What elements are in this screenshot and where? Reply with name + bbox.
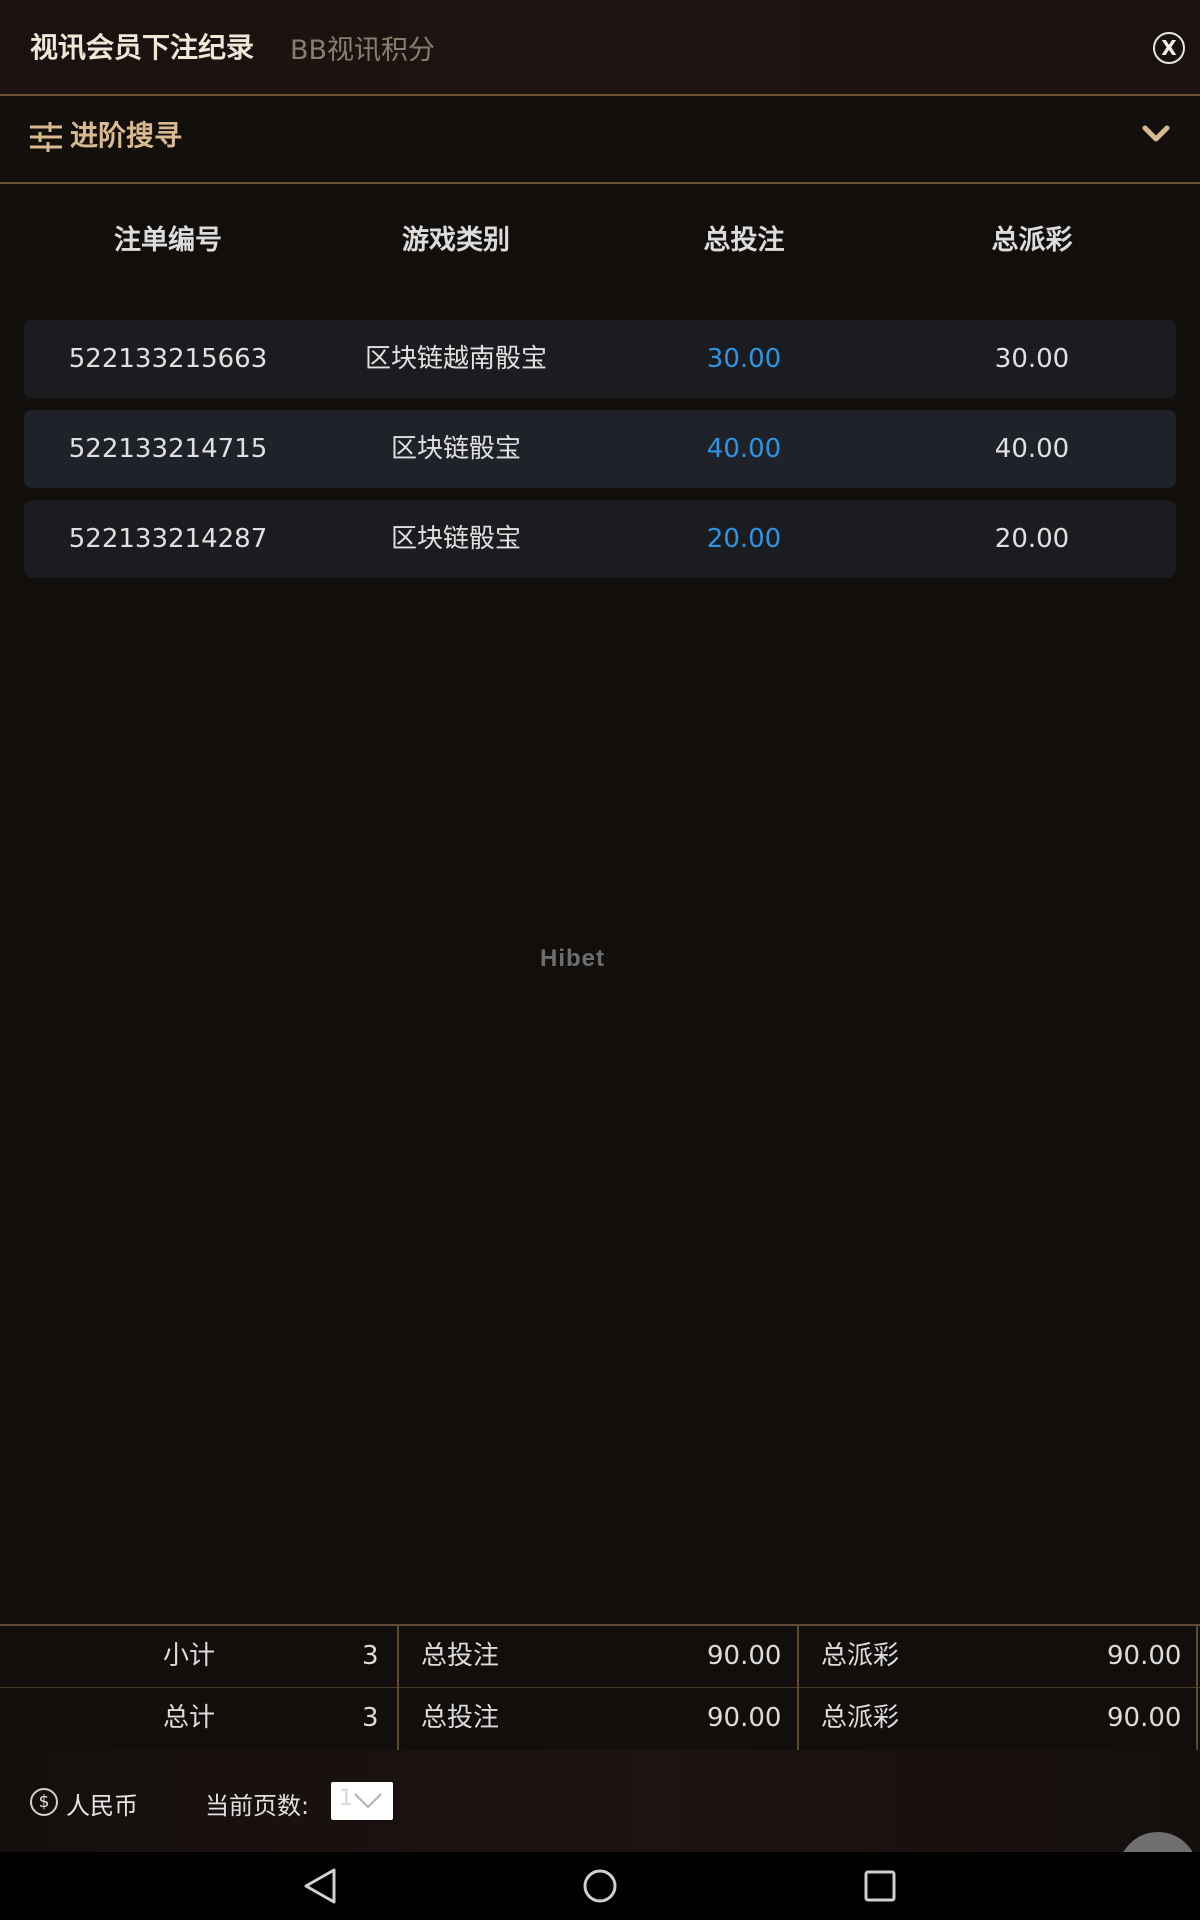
home-icon[interactable] (581, 1866, 619, 1910)
currency-label[interactable]: 人民币 (66, 1786, 138, 1821)
total-payout-cell: 40.00 (994, 434, 1070, 464)
advanced-search-bar[interactable]: 进阶搜寻 (0, 96, 1200, 184)
total-bet-value: 90.00 (707, 1703, 782, 1733)
subtotal-count: 3 (362, 1641, 379, 1671)
sliders-icon (30, 122, 62, 156)
header-total-payout: 总派彩 (991, 225, 1073, 256)
table-row[interactable]: 522133214287 区块链骰宝 20.00 20.00 (24, 500, 1176, 578)
recents-icon[interactable] (862, 1866, 898, 1910)
game-type-cell: 区块链骰宝 (390, 434, 521, 464)
game-type-cell: 区块链越南骰宝 (364, 344, 547, 374)
table-row[interactable]: 522133214715 区块链骰宝 40.00 40.00 (24, 410, 1176, 488)
column-divider (797, 1626, 799, 1750)
page-select[interactable]: 1 (331, 1782, 393, 1820)
column-divider (1196, 1626, 1198, 1750)
game-type-cell: 区块链骰宝 (390, 524, 521, 554)
bet-id-cell: 522133214715 (68, 434, 268, 464)
page-select-value: 1 (339, 1786, 353, 1811)
system-nav-bar (0, 1852, 1200, 1920)
subtotal-row: 小计 3 总投注 90.00 总派彩 90.00 (0, 1626, 1200, 1688)
currency-dollar-icon: $ (30, 1788, 58, 1816)
chevron-down-icon (354, 1793, 382, 1809)
header-bet-id: 注单编号 (114, 225, 222, 256)
total-payout-cell: 20.00 (994, 524, 1070, 554)
bet-id-cell: 522133215663 (68, 344, 268, 374)
total-bet-cell[interactable]: 20.00 (600, 500, 888, 578)
total-bet-label: 总投注 (421, 1703, 500, 1733)
total-payout-label: 总派彩 (821, 1703, 900, 1733)
total-payout-value: 90.00 (1107, 1703, 1182, 1733)
current-page-label: 当前页数: (205, 1792, 310, 1820)
header-game-type: 游戏类别 (402, 225, 510, 256)
total-count: 3 (362, 1703, 379, 1733)
header-total-bet: 总投注 (703, 225, 785, 256)
total-bet-cell[interactable]: 40.00 (600, 410, 888, 488)
subtotal-payout-label: 总派彩 (821, 1641, 900, 1671)
total-bet-cell[interactable]: 30.00 (600, 320, 888, 398)
subtotal-bet-label: 总投注 (421, 1641, 500, 1671)
footer-bar: $ 人民币 当前页数: 1 (0, 1750, 1200, 1852)
bet-id-cell: 522133214287 (68, 524, 268, 554)
subtotal-label: 小计 (163, 1641, 216, 1671)
advanced-search-label: 进阶搜寻 (70, 119, 183, 152)
top-bar: 视讯会员下注纪录 BB视讯积分 X (0, 0, 1200, 96)
table-row[interactable]: 522133215663 区块链越南骰宝 30.00 30.00 (24, 320, 1176, 398)
tab-member-bet-records[interactable]: 视讯会员下注纪录 (30, 26, 254, 66)
tab-bb-points[interactable]: BB视讯积分 (290, 28, 435, 67)
total-payout-cell: 30.00 (994, 344, 1070, 374)
close-button[interactable]: X (1153, 32, 1185, 64)
summary-table: 小计 3 总投注 90.00 总派彩 90.00 总计 3 总投注 90.00 … (0, 1624, 1200, 1752)
back-icon[interactable] (302, 1866, 338, 1910)
total-row: 总计 3 总投注 90.00 总派彩 90.00 (0, 1688, 1200, 1749)
chevron-down-icon[interactable] (1142, 124, 1170, 148)
subtotal-bet-value: 90.00 (707, 1641, 782, 1671)
watermark-logo: Hibet (540, 945, 605, 972)
column-divider (397, 1626, 399, 1750)
total-label: 总计 (163, 1703, 216, 1733)
subtotal-payout-value: 90.00 (1107, 1641, 1182, 1671)
